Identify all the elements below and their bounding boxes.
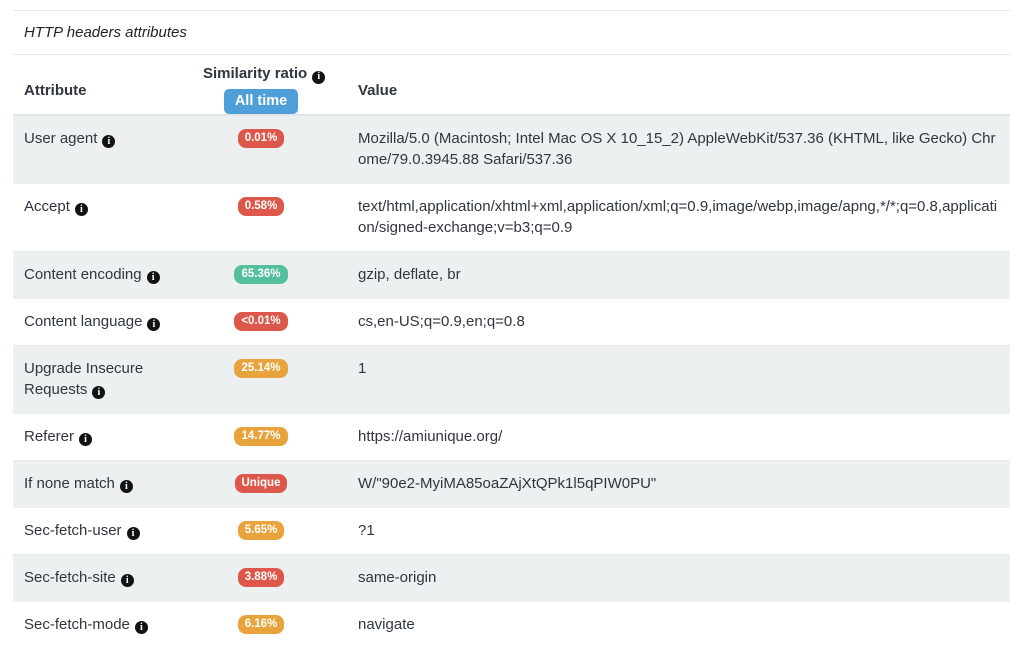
table-row: Referer i 14.77% https://amiunique.org/ <box>13 413 1010 460</box>
value-cell: ?1 <box>319 520 1010 541</box>
column-header-attribute: Attribute <box>13 81 203 114</box>
ratio-cell: 65.36% <box>203 264 319 284</box>
http-headers-panel: HTTP headers attributes Attribute Simila… <box>13 10 1010 648</box>
column-header-similarity: Similarity ratioi All time <box>203 64 319 114</box>
attribute-label: If none match <box>24 475 115 492</box>
ratio-cell: 5.65% <box>203 520 319 540</box>
ratio-cell: 25.14% <box>203 358 319 378</box>
attribute-label: Accept <box>24 198 70 215</box>
info-icon[interactable]: i <box>121 574 134 587</box>
table-row: Upgrade Insecure Requestsi 25.14% 1 <box>13 345 1010 413</box>
ratio-cell: 3.88% <box>203 567 319 587</box>
similarity-badge: <0.01% <box>234 312 287 331</box>
info-icon[interactable]: i <box>79 433 92 446</box>
attribute-cell: Content encoding i <box>13 264 203 285</box>
value-cell: text/html,application/xhtml+xml,applicat… <box>319 196 1010 238</box>
table-header: Attribute Similarity ratioi All time Val… <box>13 55 1010 115</box>
similarity-badge: 0.01% <box>238 129 285 148</box>
value-cell: Mozilla/5.0 (Macintosh; Intel Mac OS X 1… <box>319 128 1010 170</box>
value-cell: same-origin <box>319 567 1010 588</box>
value-cell: 1 <box>319 358 1010 379</box>
attribute-label: Content encoding <box>24 266 142 283</box>
attribute-cell: Sec-fetch-mode i <box>13 614 203 635</box>
attribute-label: Upgrade Insecure Requests <box>24 360 143 398</box>
similarity-badge: Unique <box>235 474 288 493</box>
similarity-badge: 6.16% <box>238 615 285 634</box>
table-row: Sec-fetch-mode i 6.16% navigate <box>13 601 1010 648</box>
value-cell: cs,en-US;q=0.9,en;q=0.8 <box>319 311 1010 332</box>
attribute-label: User agent <box>24 130 97 147</box>
column-header-value: Value <box>319 81 1010 114</box>
attribute-cell: Sec-fetch-site i <box>13 567 203 588</box>
similarity-ratio-label: Similarity ratioi <box>203 64 319 84</box>
attribute-cell: Content language i <box>13 311 203 332</box>
info-icon[interactable]: i <box>120 480 133 493</box>
similarity-badge: 65.36% <box>234 265 287 284</box>
info-icon[interactable]: i <box>127 527 140 540</box>
value-cell: https://amiunique.org/ <box>319 426 1010 447</box>
info-icon[interactable]: i <box>147 318 160 331</box>
value-cell: navigate <box>319 614 1010 635</box>
attribute-cell: User agent i <box>13 128 203 149</box>
ratio-cell: Unique <box>203 473 319 493</box>
attribute-cell: Upgrade Insecure Requestsi <box>13 358 203 400</box>
attribute-label: Sec-fetch-site <box>24 569 116 586</box>
similarity-badge: 5.65% <box>238 521 285 540</box>
similarity-badge: 25.14% <box>234 359 287 378</box>
info-icon[interactable]: i <box>102 135 115 148</box>
value-cell: gzip, deflate, br <box>319 264 1010 285</box>
attribute-cell: Referer i <box>13 426 203 447</box>
info-icon[interactable]: i <box>75 203 88 216</box>
similarity-badge: 3.88% <box>238 568 285 587</box>
similarity-ratio-text: Similarity ratio <box>203 65 307 82</box>
info-icon[interactable]: i <box>135 621 148 634</box>
ratio-cell: <0.01% <box>203 311 319 331</box>
table-row: If none match i Unique W/"90e2-MyiMA85oaZ… <box>13 460 1010 507</box>
ratio-cell: 0.01% <box>203 128 319 148</box>
info-icon[interactable]: i <box>92 386 105 399</box>
ratio-cell: 6.16% <box>203 614 319 634</box>
table-row: Accepti 0.58% text/html,application/xhtm… <box>13 183 1010 251</box>
table-row: User agent i 0.01% Mozilla/5.0 (Macintosh… <box>13 115 1010 183</box>
attribute-label: Sec-fetch-mode <box>24 616 130 633</box>
panel-title: HTTP headers attributes <box>13 10 1010 55</box>
period-badge[interactable]: All time <box>224 89 298 114</box>
attribute-label: Referer <box>24 428 74 445</box>
attribute-cell: Sec-fetch-user i <box>13 520 203 541</box>
info-icon[interactable]: i <box>147 271 160 284</box>
attribute-label: Sec-fetch-user <box>24 522 122 539</box>
ratio-cell: 0.58% <box>203 196 319 216</box>
attribute-cell: Accepti <box>13 196 203 217</box>
value-cell: W/"90e2-MyiMA85oaZAjXtQPk1l5qPIW0PU" <box>319 473 1010 494</box>
table-row: Content encoding i 65.36% gzip, deflate, … <box>13 251 1010 298</box>
attribute-label: Content language <box>24 313 142 330</box>
attribute-cell: If none match i <box>13 473 203 494</box>
table-row: Sec-fetch-site i 3.88% same-origin <box>13 554 1010 601</box>
table-body: User agent i 0.01% Mozilla/5.0 (Macintosh… <box>13 115 1010 648</box>
ratio-cell: 14.77% <box>203 426 319 446</box>
table-row: Sec-fetch-user i 5.65% ?1 <box>13 507 1010 554</box>
similarity-badge: 14.77% <box>234 427 287 446</box>
table-row: Content language i <0.01% cs,en-US;q=0.9,… <box>13 298 1010 345</box>
similarity-badge: 0.58% <box>238 197 285 216</box>
